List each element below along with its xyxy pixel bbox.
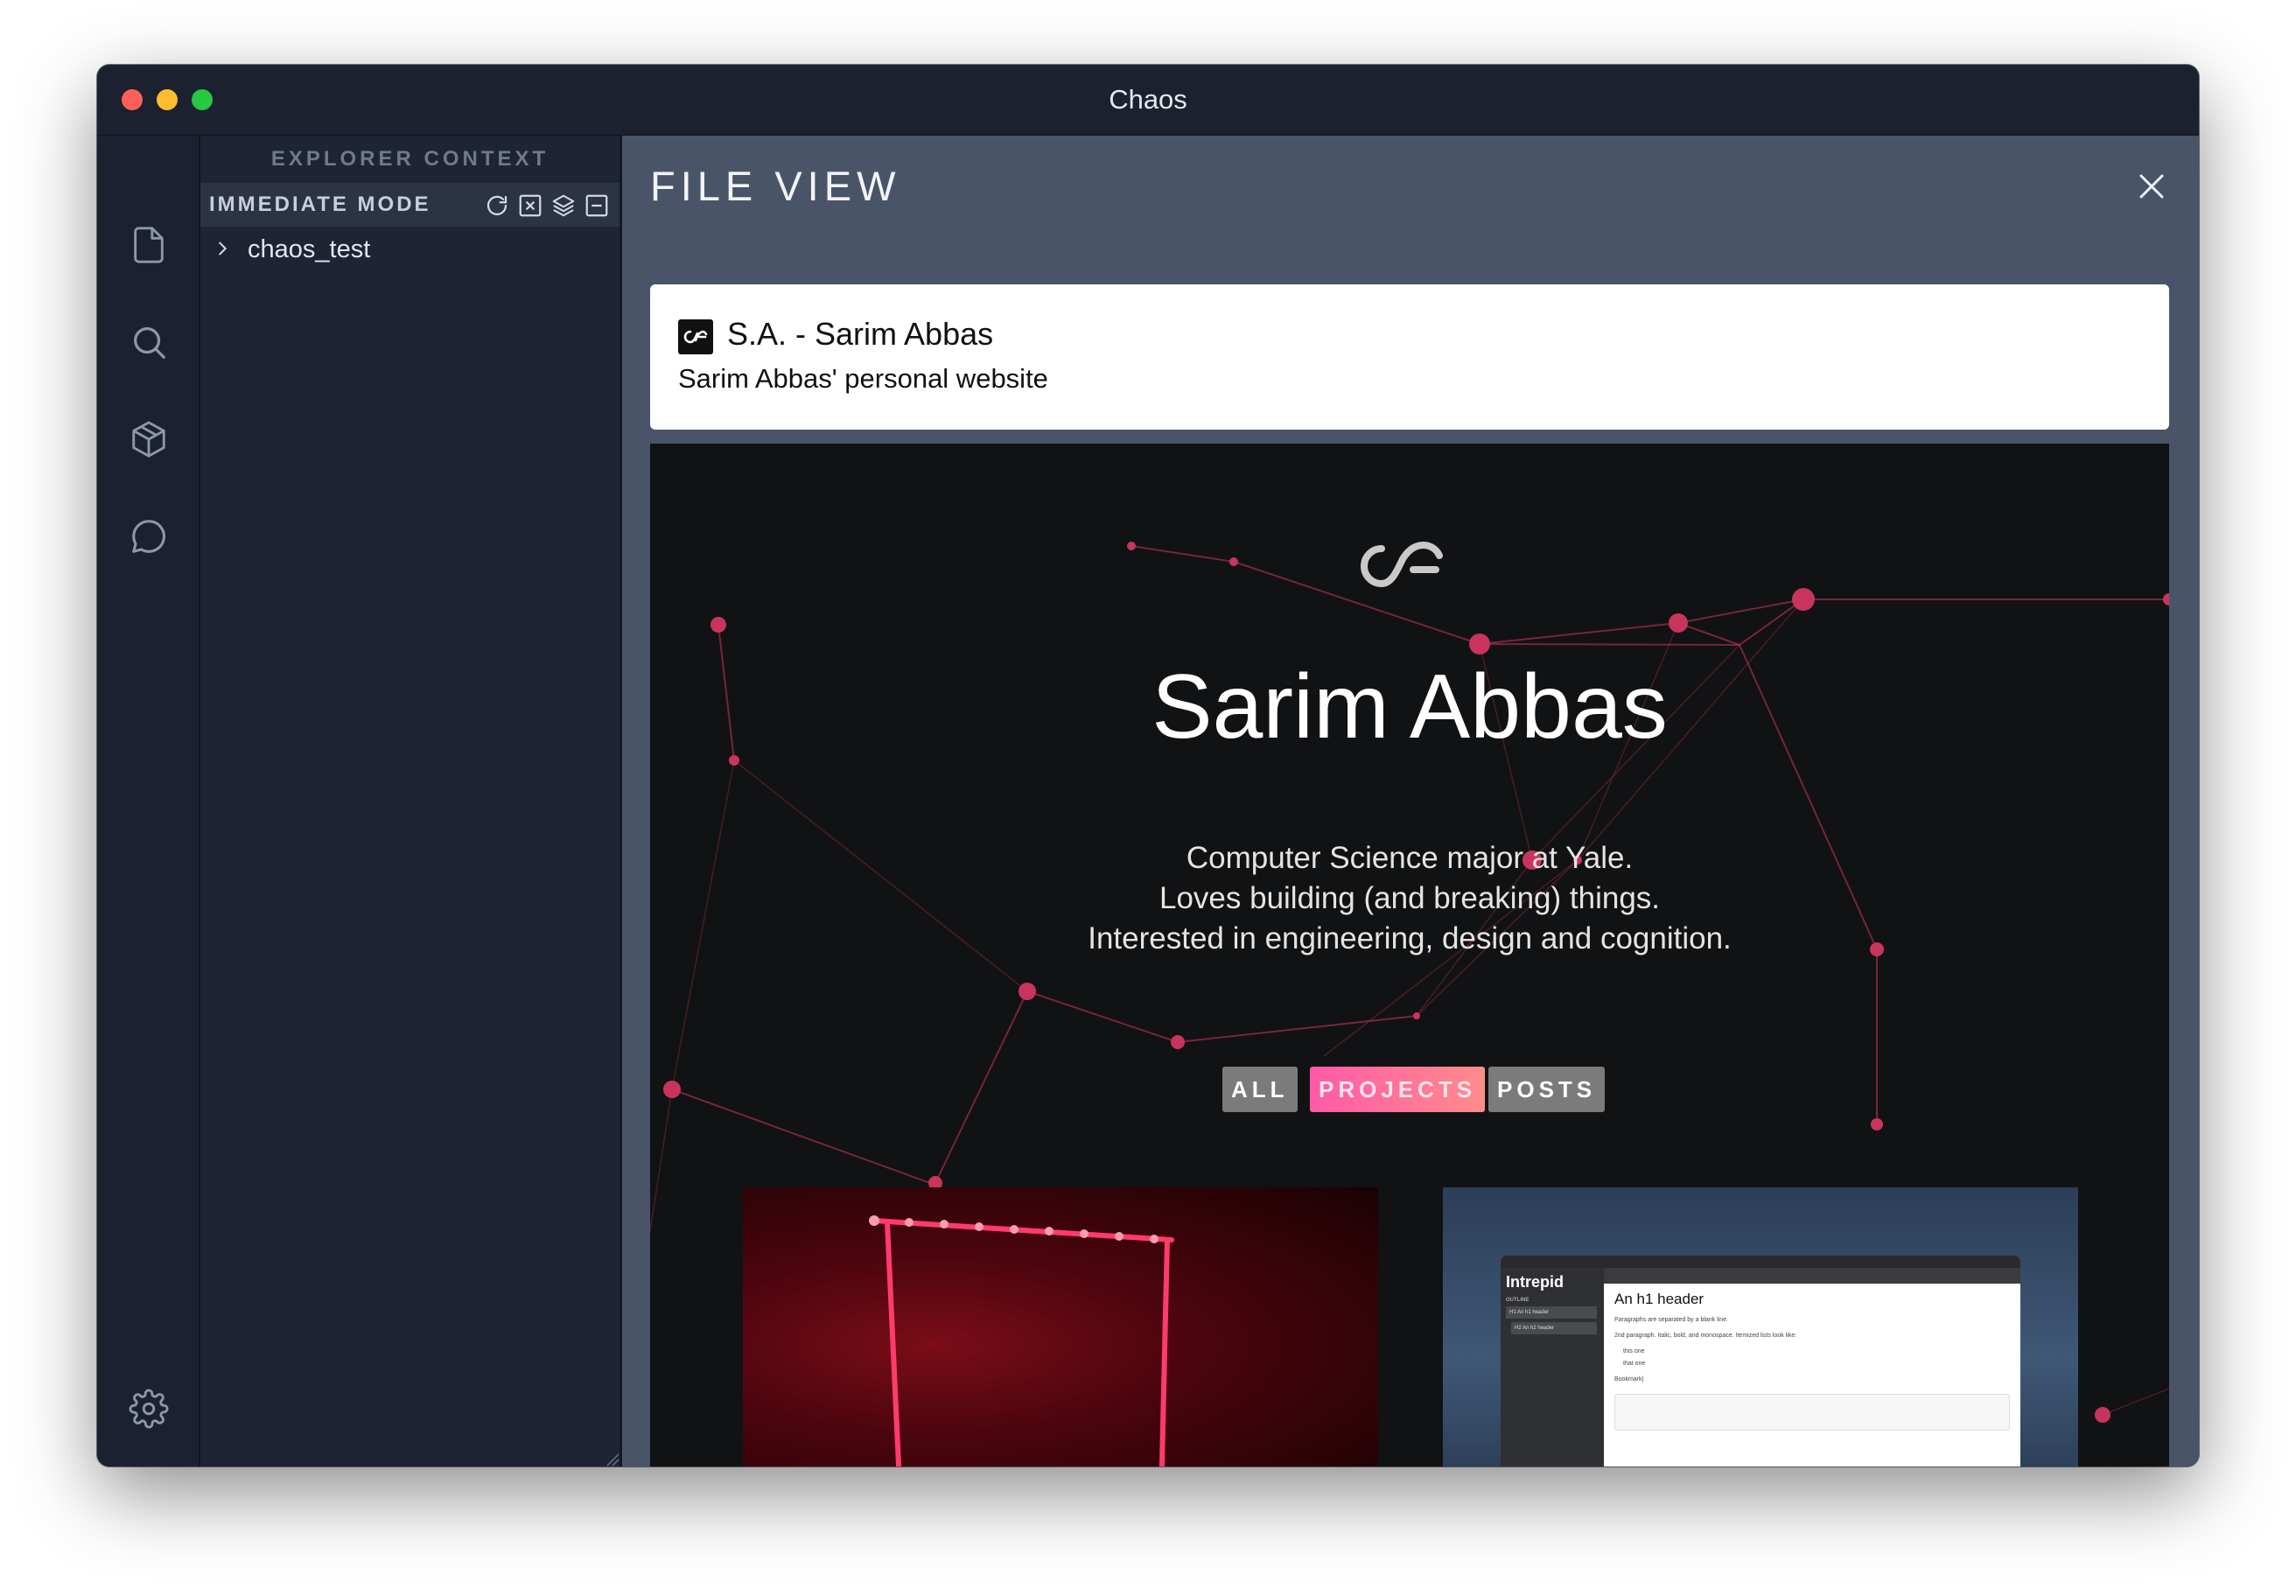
intrepid-doc-heading: An h1 header (1614, 1291, 1704, 1307)
bio-line: Computer Science major at Yale. (1186, 841, 1634, 875)
intrepid-doc-line: 2nd paragraph. Italic, bold, and monospa… (1614, 1333, 1797, 1339)
intrepid-app-window: Intrepid OUTLINE H1 An h1 header H2 An h… (1501, 1256, 2020, 1466)
intrepid-list-item: that one (1623, 1361, 1646, 1367)
intrepid-outline-item: H2 An h2 header (1511, 1322, 1597, 1334)
filter-posts-button[interactable]: POSTS (1488, 1067, 1606, 1112)
section-title: IMMEDIATE MODE (209, 192, 431, 216)
panel-title: FILE VIEW (650, 163, 901, 209)
intrepid-sidebar: Intrepid OUTLINE H1 An h1 header H2 An h… (1501, 1268, 1604, 1466)
activity-bar (97, 136, 200, 1466)
layers-icon[interactable] (550, 192, 577, 219)
clear-icon[interactable] (517, 192, 543, 219)
search-icon[interactable] (129, 322, 169, 362)
explorer-sidebar: EXPLORER CONTEXT IMMEDIATE MODE chaos_te… (200, 136, 622, 1466)
sidebar-header: EXPLORER CONTEXT (270, 147, 550, 171)
settings-gear-icon[interactable] (129, 1389, 169, 1429)
intrepid-list-item: this one (1623, 1348, 1645, 1354)
file-icon[interactable] (129, 225, 169, 265)
close-icon[interactable] (2136, 171, 2167, 202)
file-view-panel: FILE VIEW S.A. - Sarim Abbas Sarim Abbas… (622, 136, 2199, 1466)
website-preview[interactable]: Sarim Abbas Computer Science major at Ya… (650, 444, 2169, 1466)
intrepid-toolbar (1604, 1268, 2020, 1284)
package-icon[interactable] (129, 419, 169, 459)
link-preview-card[interactable]: S.A. - Sarim Abbas Sarim Abbas' personal… (650, 284, 2169, 430)
intrepid-titlebar (1501, 1256, 2020, 1268)
project-thumbnail-intrepid[interactable]: Intrepid OUTLINE H1 An h1 header H2 An h… (1443, 1187, 2078, 1466)
window-title: Chaos (1109, 84, 1187, 115)
intrepid-outline-heading: OUTLINE (1506, 1298, 1530, 1303)
filter-projects-button[interactable]: PROJECTS (1310, 1067, 1486, 1112)
intrepid-bookmark-label: Bookmark| (1614, 1376, 1644, 1382)
bio-line: Interested in engineering, design and co… (1088, 921, 1732, 956)
chevron-right-icon (213, 233, 235, 268)
site-logo[interactable] (1359, 531, 1455, 601)
resize-handle[interactable] (604, 1451, 620, 1466)
project-thumbnail-led-frame[interactable] (743, 1187, 1378, 1466)
tree-item-chaos-test[interactable]: chaos_test (213, 232, 370, 267)
app-window: Chaos EXPLORER CONTEXT IMMEDIATE MODE ch… (97, 65, 2199, 1466)
led-frame-image (869, 1215, 1174, 1466)
refresh-icon[interactable] (484, 192, 510, 219)
chat-icon[interactable] (129, 516, 169, 556)
immediate-mode-section-header[interactable]: IMMEDIATE MODE (200, 183, 620, 227)
site-favicon (678, 319, 713, 354)
intrepid-app-name: Intrepid (1506, 1273, 1564, 1291)
link-preview-description: Sarim Abbas' personal website (678, 363, 1048, 394)
intrepid-doc-line: Paragraphs are separated by a blank line… (1614, 1317, 1728, 1323)
intrepid-outline-item: H1 An h1 header (1506, 1306, 1597, 1319)
intrepid-bookmark-card (1614, 1394, 2010, 1431)
bio-line: Loves building (and breaking) things. (1158, 881, 1661, 915)
collapse-icon[interactable] (584, 192, 610, 219)
filter-all-button[interactable]: ALL (1222, 1067, 1298, 1112)
hero-name: Sarim Abbas (1152, 656, 1668, 758)
link-preview-title: S.A. - Sarim Abbas (727, 316, 994, 352)
title-bar: Chaos (97, 65, 2199, 136)
tree-item-label: chaos_test (248, 235, 371, 263)
